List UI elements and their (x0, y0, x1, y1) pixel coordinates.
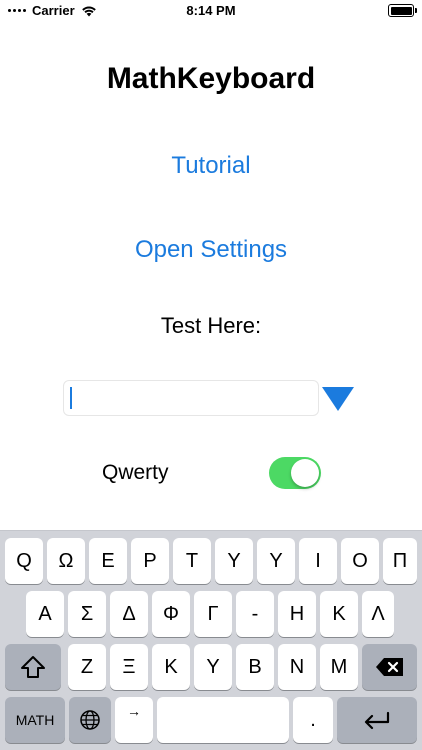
qwerty-toggle[interactable] (269, 457, 321, 489)
key[interactable]: Λ (362, 591, 394, 637)
key[interactable]: E (89, 538, 127, 584)
test-here-label: Test Here: (160, 313, 262, 338)
key[interactable]: Ν (278, 644, 316, 690)
key[interactable]: Β (236, 644, 274, 690)
key[interactable]: Υ (194, 644, 232, 690)
delete-key[interactable] (362, 644, 417, 690)
key[interactable]: Δ (110, 591, 148, 637)
page-title: MathKeyboard (106, 62, 316, 95)
arrow-key[interactable]: → (115, 697, 153, 743)
text-caret (70, 387, 72, 409)
dropdown-triangle-icon[interactable] (321, 385, 355, 412)
key[interactable]: Τ (173, 538, 211, 584)
key[interactable]: Υ (257, 538, 295, 584)
tutorial-button[interactable]: Tutorial (0, 152, 422, 180)
key[interactable]: Ρ (131, 538, 169, 584)
key[interactable]: Η (278, 591, 316, 637)
shift-icon (21, 656, 45, 678)
key[interactable]: Ω (47, 538, 85, 584)
key[interactable]: Φ (152, 591, 190, 637)
key[interactable]: Ι (299, 538, 337, 584)
key[interactable]: Ξ (110, 644, 148, 690)
return-icon (364, 711, 390, 730)
key[interactable]: Κ (320, 591, 358, 637)
period-key[interactable]: . (293, 697, 333, 743)
key[interactable]: - (236, 591, 274, 637)
battery-icon (388, 4, 417, 17)
test-input[interactable] (63, 380, 319, 416)
shift-key[interactable] (5, 644, 61, 690)
return-key[interactable] (337, 697, 417, 743)
math-key[interactable]: MATH (5, 697, 65, 743)
key[interactable]: Κ (152, 644, 190, 690)
key[interactable]: Υ (215, 538, 253, 584)
space-key[interactable] (157, 697, 289, 743)
qwerty-label: Qwerty (102, 461, 169, 484)
key[interactable]: Γ (194, 591, 232, 637)
keyboard: Q Ω E Ρ Τ Υ Υ Ι Ο Π Α Σ Δ Φ Γ - Η Κ Λ Ζ … (0, 530, 422, 750)
key[interactable]: Μ (320, 644, 358, 690)
globe-icon (80, 710, 100, 730)
key[interactable]: Ο (341, 538, 379, 584)
status-bar: Carrier 8:14 PM (0, 0, 422, 22)
delete-icon (375, 658, 403, 676)
key[interactable]: Σ (68, 591, 106, 637)
open-settings-button[interactable]: Open Settings (0, 236, 422, 264)
status-time: 8:14 PM (186, 3, 236, 18)
toggle-knob (291, 459, 319, 487)
key[interactable]: Α (26, 591, 64, 637)
key[interactable]: Q (5, 538, 43, 584)
key[interactable]: Π (383, 538, 417, 584)
key[interactable]: Ζ (68, 644, 106, 690)
globe-key[interactable] (69, 697, 111, 743)
